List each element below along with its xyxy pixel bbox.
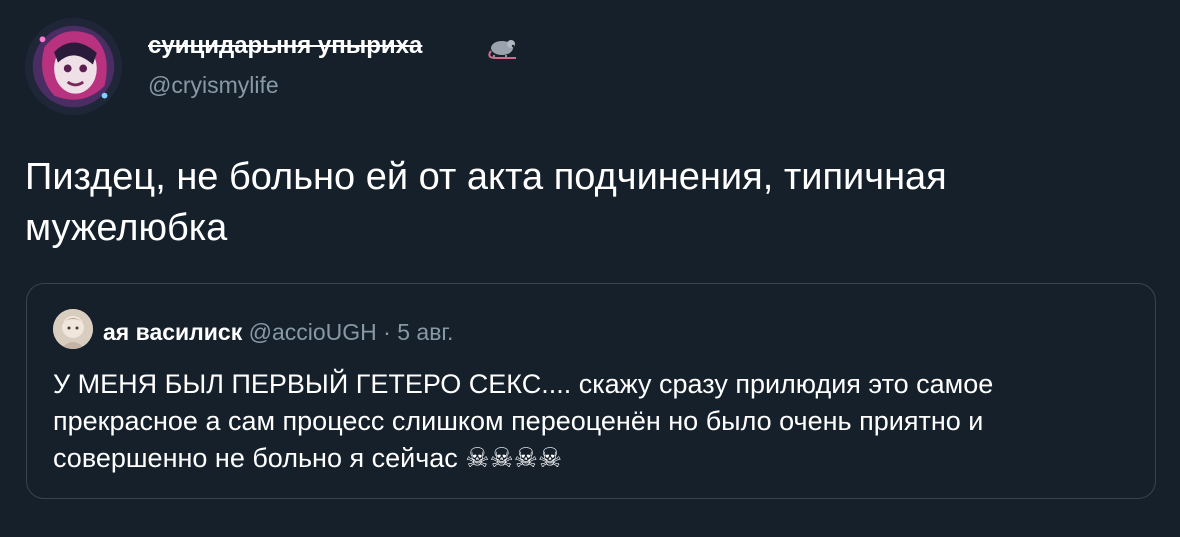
rat-icon	[488, 40, 516, 59]
tweet-card: суицидарыня упыриха @cryismylife Пиздец,…	[0, 0, 1180, 537]
tweet-text: Пиздец, не больно ей от акта подчинения,…	[25, 156, 947, 249]
quoted-user-handle[interactable]: @accioUGH	[249, 319, 377, 345]
user-avatar[interactable]	[25, 18, 122, 115]
quoted-user-avatar[interactable]	[53, 309, 93, 349]
quoted-tweet-text-block: У МЕНЯ БЫЛ ПЕРВЫЙ ГЕТЕРО СЕКС.... скажу …	[53, 366, 1133, 477]
display-name[interactable]: суицидарыня упыриха	[148, 32, 422, 60]
header-separator: ·	[383, 319, 391, 345]
skull-crossbones-emoji-icon: ☠☠☠☠	[465, 443, 563, 473]
quoted-tweet-header: ая василиск @accioUGH · 5 авг.	[103, 319, 453, 346]
user-handle[interactable]: @cryismylife	[148, 72, 279, 99]
quoted-tweet[interactable]: ая василиск @accioUGH · 5 авг. У МЕНЯ БЫ…	[26, 283, 1156, 499]
avatar-image-icon	[25, 18, 122, 115]
quoted-tweet-date[interactable]: 5 авг.	[397, 319, 453, 345]
quoted-display-name[interactable]: ая василиск	[103, 319, 242, 345]
quoted-avatar-image-icon	[53, 309, 93, 349]
